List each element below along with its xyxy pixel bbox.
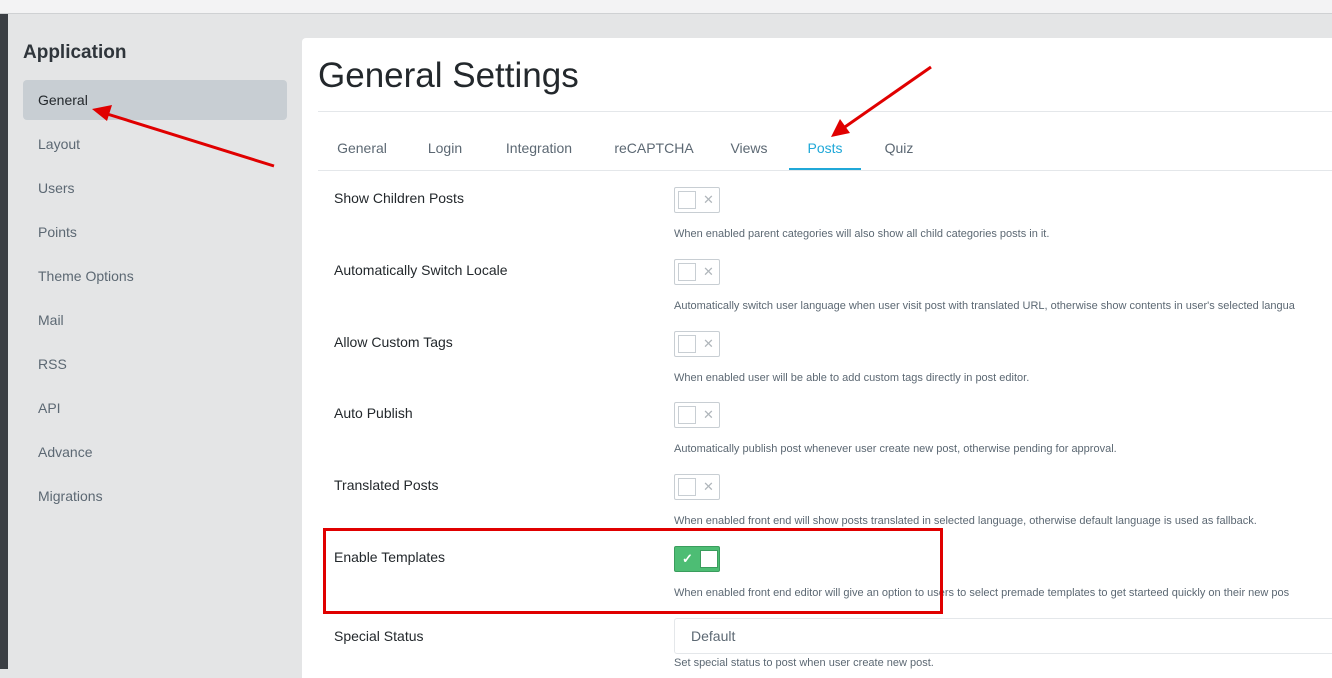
annotation-arrows	[92, 65, 932, 168]
annotation-arrowhead-posts	[831, 119, 850, 137]
annotation-arrow-posts	[841, 65, 932, 131]
annotation-arrow-general	[103, 111, 275, 168]
annotation-arrowhead-general	[92, 105, 112, 121]
